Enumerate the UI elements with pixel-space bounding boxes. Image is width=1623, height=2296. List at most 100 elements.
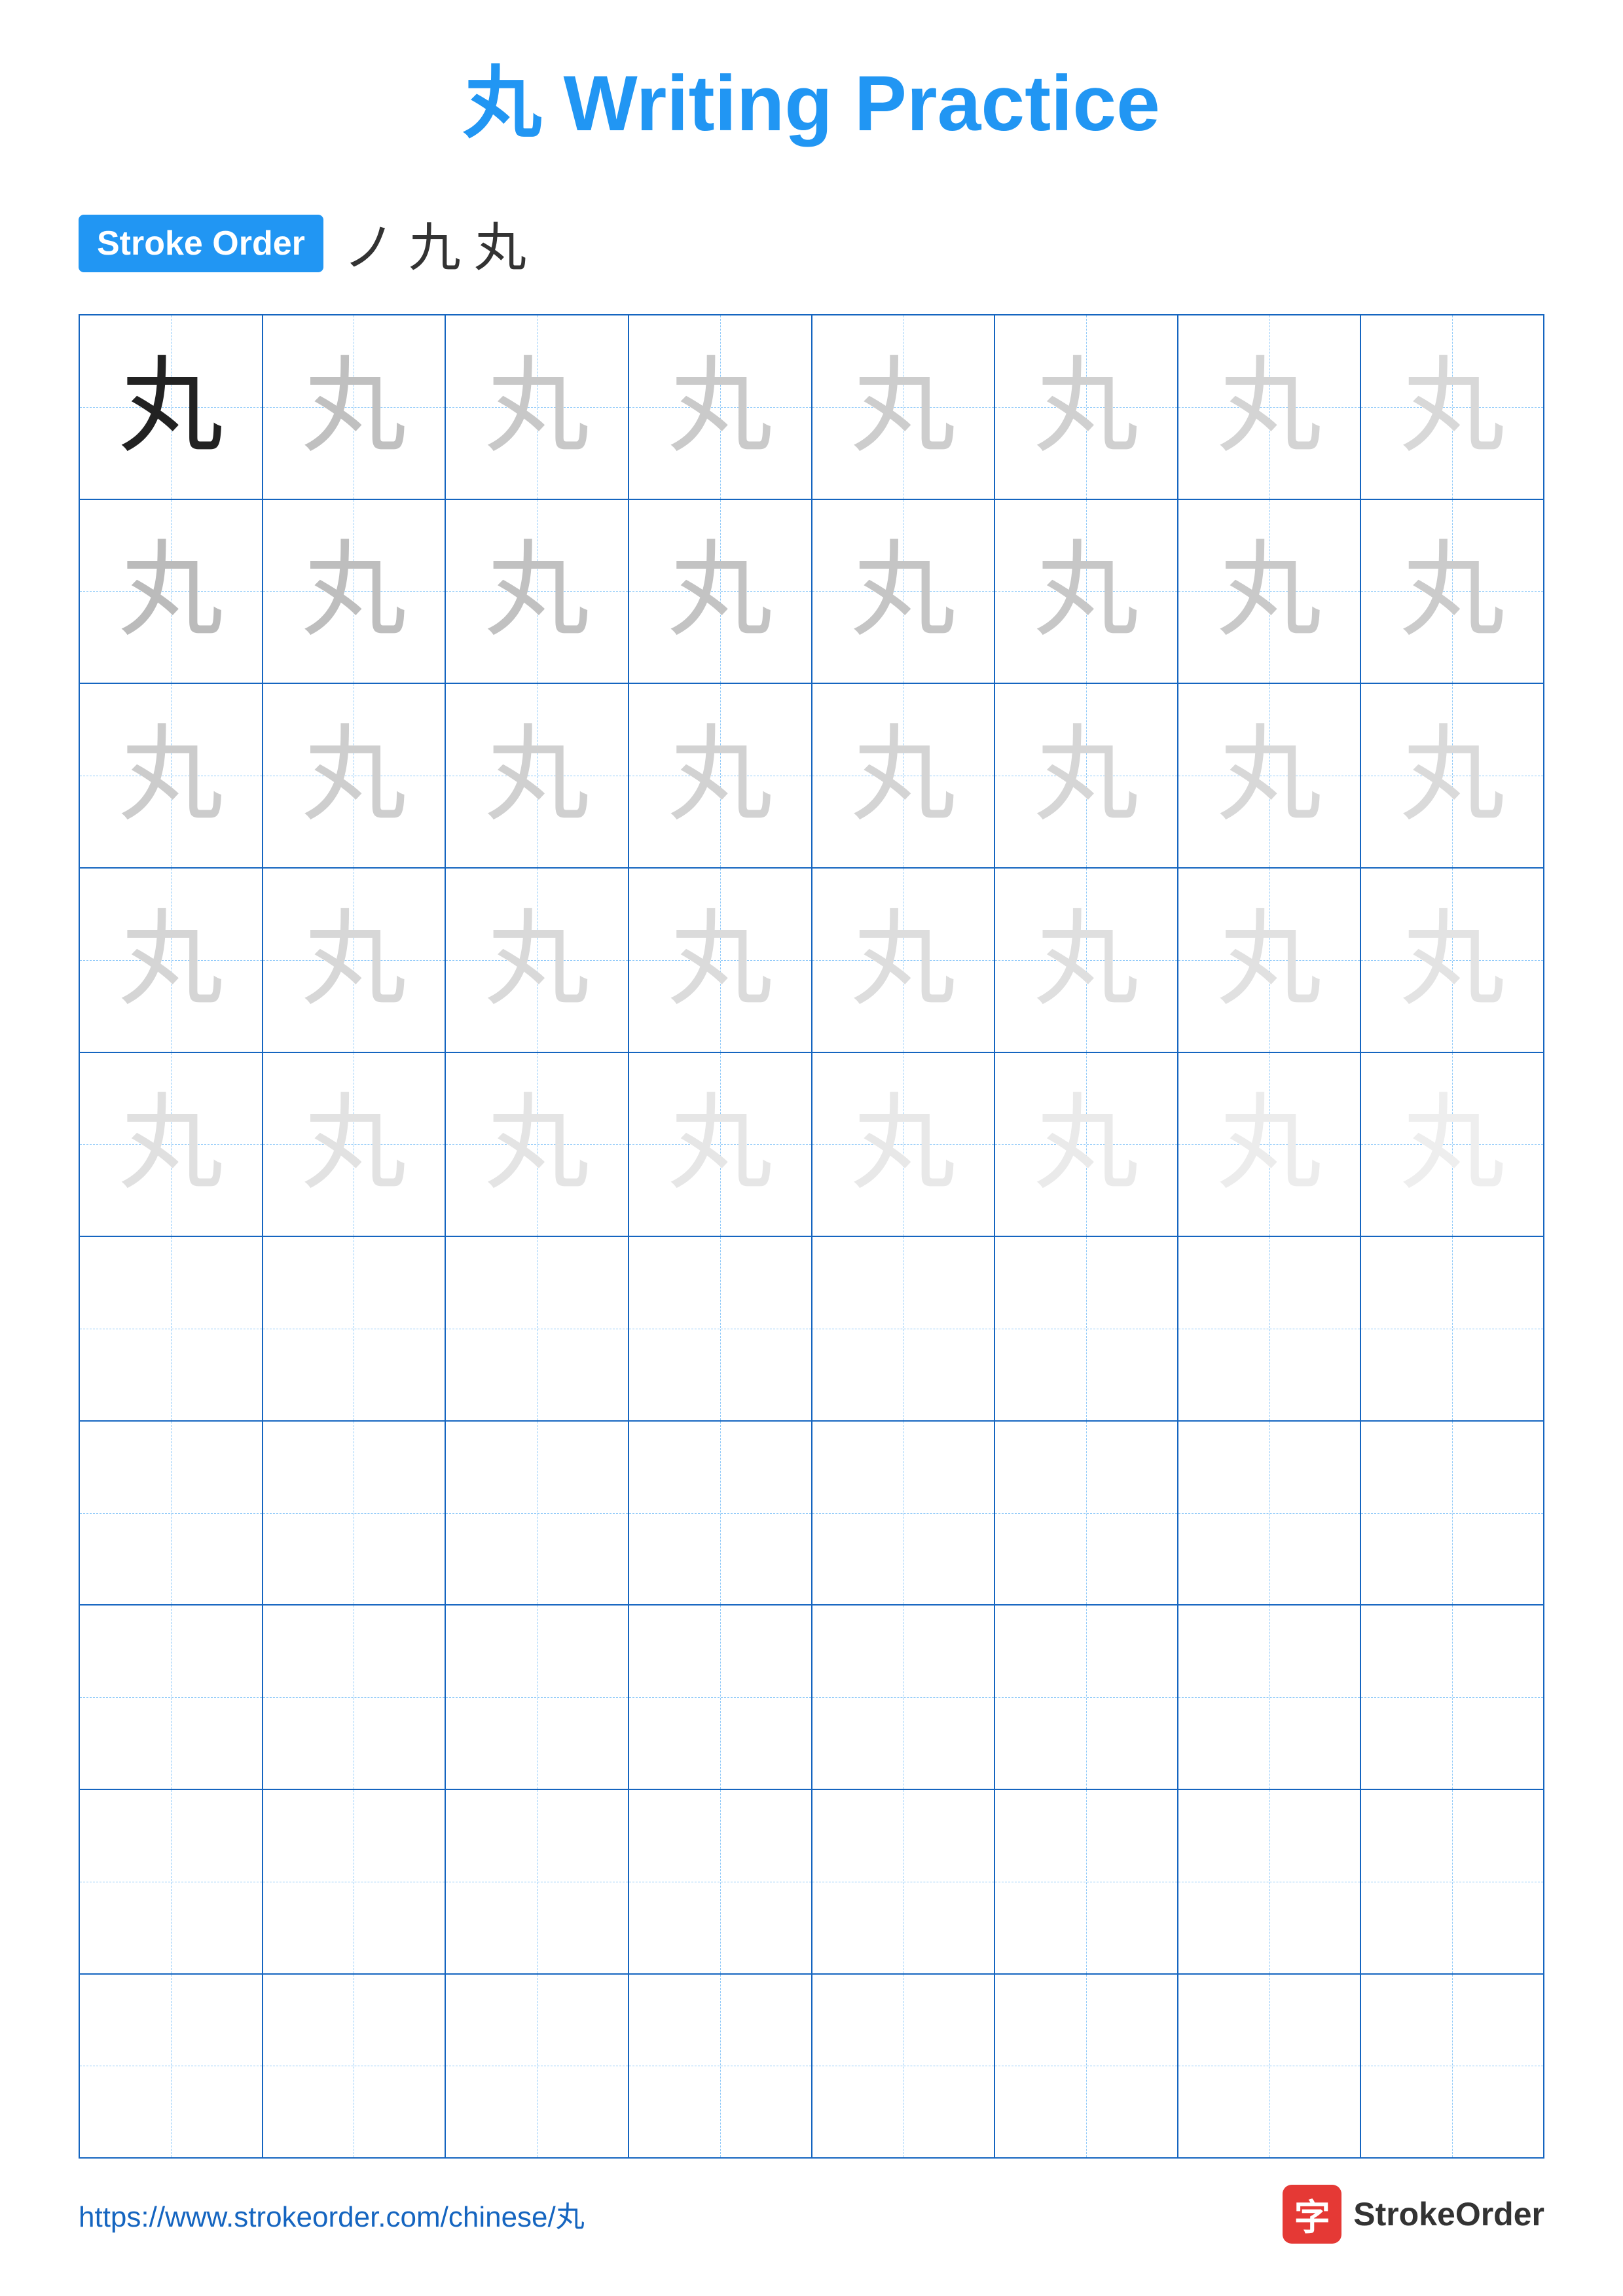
grid-cell[interactable]: [80, 1975, 263, 2158]
grid-row: 丸 丸 丸 丸 丸 丸 丸 丸: [80, 684, 1543, 869]
grid-cell[interactable]: [995, 1605, 1178, 1789]
character-guide: 丸: [484, 355, 589, 459]
grid-cell[interactable]: 丸: [446, 500, 629, 683]
grid-cell[interactable]: [446, 1975, 629, 2158]
grid-cell[interactable]: [812, 1237, 996, 1420]
grid-cell[interactable]: [629, 1605, 812, 1789]
grid-cell[interactable]: 丸: [995, 500, 1178, 683]
grid-cell[interactable]: 丸: [80, 500, 263, 683]
grid-cell[interactable]: [995, 1237, 1178, 1420]
grid-cell[interactable]: [1178, 1422, 1362, 1605]
grid-cell[interactable]: 丸: [263, 684, 447, 867]
character-guide: 丸: [301, 1092, 406, 1196]
grid-cell[interactable]: 丸: [629, 1053, 812, 1236]
grid-cell[interactable]: 丸: [1178, 869, 1362, 1052]
footer-url: https://www.strokeorder.com/chinese/丸: [79, 2193, 585, 2235]
grid-cell[interactable]: 丸: [812, 684, 996, 867]
grid-cell[interactable]: [1178, 1605, 1362, 1789]
grid-cell[interactable]: 丸: [629, 500, 812, 683]
grid-cell[interactable]: 丸: [1361, 500, 1543, 683]
grid-cell[interactable]: [1361, 1422, 1543, 1605]
grid-cell[interactable]: 丸: [629, 315, 812, 499]
grid-cell[interactable]: [1178, 1237, 1362, 1420]
grid-cell[interactable]: [629, 1975, 812, 2158]
grid-cell[interactable]: [263, 1975, 447, 2158]
grid-cell[interactable]: [1361, 1237, 1543, 1420]
grid-cell[interactable]: [1361, 1975, 1543, 2158]
character-guide: 丸: [1217, 908, 1322, 1013]
grid-cell[interactable]: [629, 1237, 812, 1420]
grid-cell[interactable]: 丸: [1178, 315, 1362, 499]
grid-cell[interactable]: 丸: [446, 315, 629, 499]
grid-cell[interactable]: [263, 1422, 447, 1605]
grid-cell[interactable]: 丸: [995, 315, 1178, 499]
grid-cell[interactable]: [446, 1790, 629, 1973]
grid-cell[interactable]: [812, 1605, 996, 1789]
grid-cell[interactable]: 丸: [812, 315, 996, 499]
grid-cell[interactable]: 丸: [995, 684, 1178, 867]
grid-cell[interactable]: 丸: [80, 869, 263, 1052]
grid-cell[interactable]: [629, 1790, 812, 1973]
grid-cell[interactable]: 丸: [263, 869, 447, 1052]
grid-cell[interactable]: [995, 1422, 1178, 1605]
character-guide: 丸: [1400, 539, 1504, 643]
grid-cell[interactable]: [263, 1605, 447, 1789]
grid-cell[interactable]: [263, 1790, 447, 1973]
grid-cell[interactable]: 丸: [995, 1053, 1178, 1236]
logo-icon: 字: [1283, 2185, 1341, 2244]
grid-cell[interactable]: 丸: [80, 315, 263, 499]
grid-cell[interactable]: 丸: [446, 1053, 629, 1236]
grid-row: 丸 丸 丸 丸 丸 丸 丸 丸: [80, 500, 1543, 685]
grid-cell[interactable]: [812, 1975, 996, 2158]
stroke-3: 丸: [474, 206, 526, 281]
grid-cell[interactable]: 丸: [1178, 500, 1362, 683]
character-guide: 丸: [1217, 355, 1322, 459]
grid-cell[interactable]: 丸: [995, 869, 1178, 1052]
grid-cell[interactable]: [80, 1237, 263, 1420]
grid-cell[interactable]: 丸: [1361, 1053, 1543, 1236]
grid-cell[interactable]: [812, 1790, 996, 1973]
grid-cell[interactable]: [80, 1422, 263, 1605]
grid-cell[interactable]: [629, 1422, 812, 1605]
grid-cell[interactable]: 丸: [446, 869, 629, 1052]
grid-cell[interactable]: [1178, 1975, 1362, 2158]
grid-cell[interactable]: 丸: [80, 684, 263, 867]
grid-cell[interactable]: 丸: [80, 1053, 263, 1236]
grid-cell[interactable]: 丸: [629, 684, 812, 867]
grid-cell[interactable]: [995, 1790, 1178, 1973]
grid-cell[interactable]: [1178, 1790, 1362, 1973]
grid-cell[interactable]: 丸: [1178, 1053, 1362, 1236]
grid-cell[interactable]: [446, 1237, 629, 1420]
grid-cell[interactable]: [446, 1605, 629, 1789]
grid-cell[interactable]: 丸: [263, 1053, 447, 1236]
grid-row-empty: [80, 1790, 1543, 1975]
grid-cell[interactable]: 丸: [446, 684, 629, 867]
grid-cell[interactable]: [80, 1790, 263, 1973]
grid-cell[interactable]: 丸: [812, 500, 996, 683]
grid-cell[interactable]: 丸: [812, 1053, 996, 1236]
grid-cell[interactable]: 丸: [263, 315, 447, 499]
grid-cell[interactable]: [80, 1605, 263, 1789]
grid-cell[interactable]: [263, 1237, 447, 1420]
grid-cell[interactable]: [995, 1975, 1178, 2158]
character-guide: 丸: [668, 539, 773, 643]
footer: https://www.strokeorder.com/chinese/丸 字 …: [79, 2185, 1544, 2244]
grid-cell[interactable]: 丸: [1361, 684, 1543, 867]
grid-cell[interactable]: 丸: [1361, 869, 1543, 1052]
character-guide: 丸: [119, 539, 223, 643]
grid-cell[interactable]: 丸: [1361, 315, 1543, 499]
character-guide: 丸: [1400, 355, 1504, 459]
character-guide: 丸: [119, 723, 223, 828]
grid-cell[interactable]: [1361, 1790, 1543, 1973]
character-guide: 丸: [301, 539, 406, 643]
grid-cell[interactable]: 丸: [263, 500, 447, 683]
grid-cell[interactable]: 丸: [1178, 684, 1362, 867]
grid-cell[interactable]: 丸: [812, 869, 996, 1052]
grid-row-empty: [80, 1975, 1543, 2158]
grid-cell[interactable]: [1361, 1605, 1543, 1789]
grid-cell[interactable]: [812, 1422, 996, 1605]
grid-cell[interactable]: 丸: [629, 869, 812, 1052]
grid-row-empty: [80, 1237, 1543, 1422]
grid-row-empty: [80, 1422, 1543, 1606]
grid-cell[interactable]: [446, 1422, 629, 1605]
